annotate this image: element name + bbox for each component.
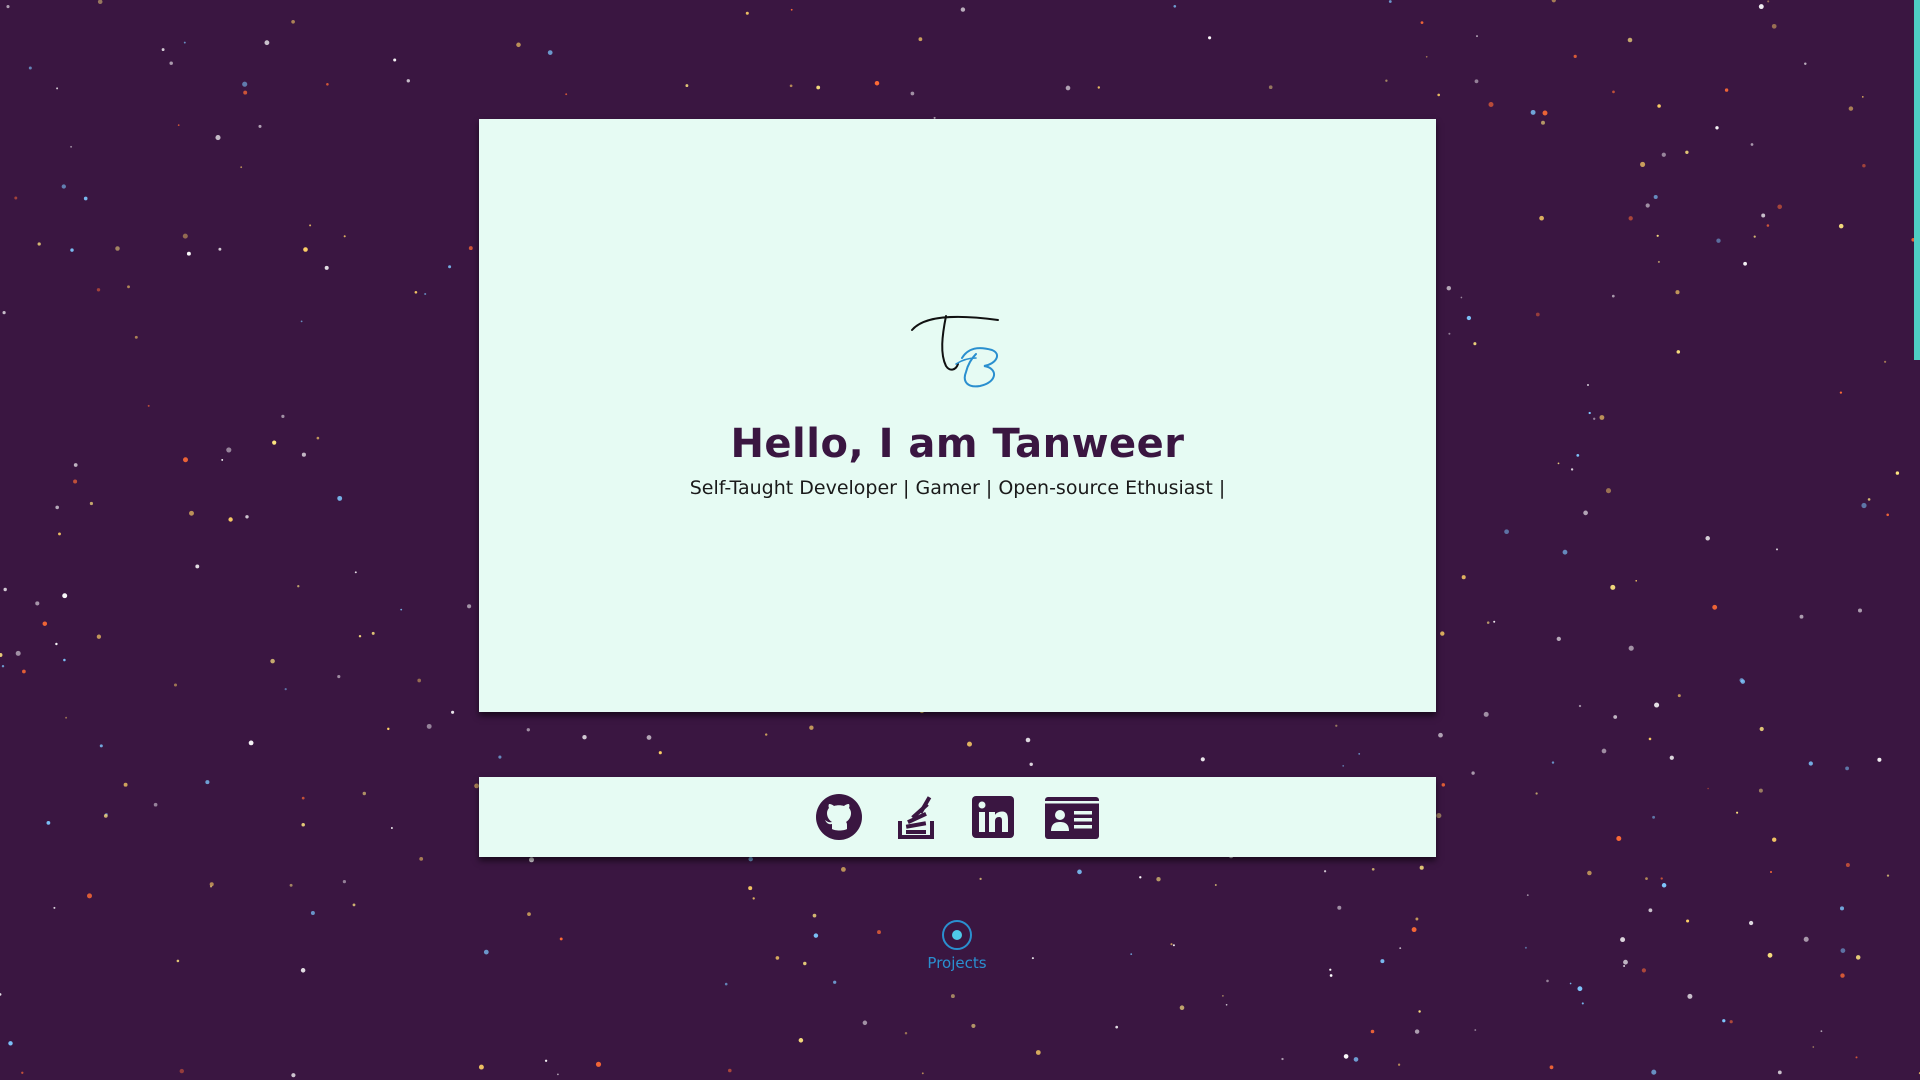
linkedin-link[interactable] [971,793,1015,841]
stackoverflow-icon [898,796,934,839]
hero-card: Hello, I am Tanweer Self-Taught Develope… [479,119,1436,712]
contact-card-link[interactable] [1044,793,1100,841]
projects-scroll-button[interactable]: Projects [917,920,997,972]
github-link[interactable] [815,793,863,841]
projects-label: Projects [927,954,987,972]
hero-subtitle: Self-Taught Developer | Gamer | Open-sou… [689,477,1226,499]
projects-circle-icon [942,920,972,950]
social-links-bar [479,777,1436,857]
linkedin-icon [972,796,1014,838]
scroll-indicator[interactable] [1914,0,1920,360]
stackoverflow-link[interactable] [896,793,938,841]
contact-card-icon [1045,797,1099,839]
hero-title: Hello, I am Tanweer [730,421,1185,467]
github-icon [816,794,862,840]
tb-signature-logo-icon [911,315,999,388]
